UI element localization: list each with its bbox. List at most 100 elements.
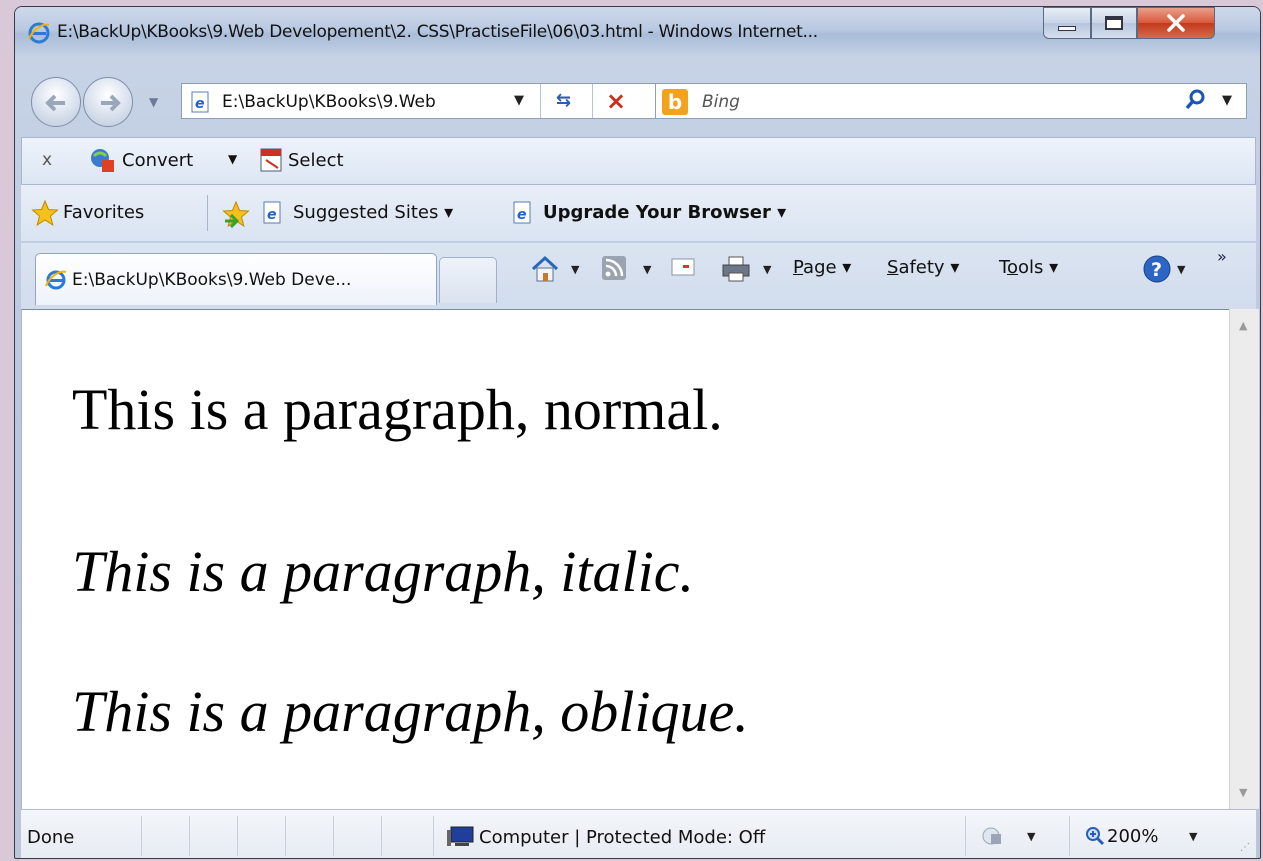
status-separator — [237, 816, 238, 856]
tools-menu-prefix: T — [999, 257, 1007, 278]
back-arrow-icon — [45, 94, 65, 112]
computer-zone-icon — [447, 826, 474, 846]
home-dropdown-icon[interactable]: ▼ — [571, 263, 579, 276]
safety-menu[interactable]: Safety ▾ — [887, 257, 959, 278]
favorites-bar: Favorites e Suggested Sites ▾ e Upgrade … — [21, 185, 1256, 241]
search-options-dropdown[interactable]: ▼ — [1222, 93, 1232, 108]
scroll-down-arrow-icon[interactable]: ▼ — [1239, 786, 1247, 799]
paragraph-oblique: This is a paragraph, oblique. — [72, 679, 749, 744]
ie-logo-icon — [45, 270, 67, 290]
stop-icon[interactable]: × — [606, 87, 626, 115]
protected-mode-icon[interactable] — [979, 824, 1005, 848]
security-zone-text[interactable]: Computer | Protected Mode: Off — [479, 827, 765, 848]
status-separator — [285, 816, 286, 856]
search-input[interactable]: Bing — [702, 92, 740, 112]
paragraph-italic: This is a paragraph, italic. — [72, 539, 694, 604]
address-separator — [592, 84, 593, 118]
address-separator — [540, 84, 541, 118]
close-toolbar-button[interactable]: x — [42, 150, 52, 170]
more-commands-chevron-icon[interactable]: » — [1217, 247, 1227, 266]
forward-button[interactable] — [83, 77, 133, 127]
convert-button[interactable]: Convert — [122, 150, 193, 171]
title-bar[interactable]: E:\BackUp\KBooks\9.Web Developement\2. C… — [15, 7, 1260, 57]
home-icon[interactable] — [529, 253, 561, 285]
svg-text:e: e — [517, 207, 527, 223]
select-button[interactable]: Select — [288, 150, 344, 171]
minimize-icon — [1058, 25, 1076, 31]
page-menu-label: age — [803, 257, 837, 278]
status-separator — [381, 816, 382, 856]
tab-active-page[interactable]: E:\BackUp\KBooks\9.Web Deve... — [35, 253, 437, 305]
feeds-dropdown-icon[interactable]: ▼ — [643, 263, 651, 276]
page-menu[interactable]: Page ▾ — [793, 257, 851, 278]
address-input[interactable]: E:\BackUp\KBooks\9.Web — [222, 92, 436, 112]
resize-grip-icon[interactable]: ⋰ — [1240, 842, 1250, 853]
select-icon — [260, 148, 282, 172]
maximize-icon — [1105, 16, 1123, 30]
status-text: Done — [27, 827, 75, 848]
zoom-dropdown-icon[interactable]: ▼ — [1189, 830, 1197, 843]
svg-text:?: ? — [1151, 259, 1162, 281]
protected-mode-dropdown-icon[interactable]: ▼ — [1027, 830, 1035, 843]
status-bar: Done Computer | Protected Mode: Off ▼ 20… — [21, 809, 1256, 858]
browser-window: E:\BackUp\KBooks\9.Web Developement\2. C… — [14, 6, 1261, 859]
window-title: E:\BackUp\KBooks\9.Web Developement\2. C… — [57, 22, 818, 42]
zoom-icon — [1086, 827, 1105, 846]
feeds-icon[interactable] — [601, 255, 627, 281]
ie-page-icon: e — [263, 201, 281, 224]
address-bar[interactable]: e E:\BackUp\KBooks\9.Web ▼ ⇆ × — [181, 83, 669, 119]
tools-menu-label: ols — [1017, 257, 1044, 278]
ie-page-icon: e — [513, 201, 531, 224]
status-separator — [189, 816, 190, 856]
status-separator — [333, 816, 334, 856]
pdf-command-bar: x Convert ▼ Select — [21, 137, 1256, 185]
page-menu-accelerator: P — [793, 257, 804, 278]
tab-title: E:\BackUp\KBooks\9.Web Deve... — [72, 270, 352, 290]
favorites-star-icon[interactable] — [31, 199, 59, 227]
upgrade-browser-link[interactable]: Upgrade Your Browser ▾ — [543, 202, 786, 223]
bing-icon: b — [662, 89, 688, 115]
paragraph-normal: This is a paragraph, normal. — [72, 377, 723, 442]
close-icon — [1167, 14, 1185, 32]
read-mail-icon[interactable] — [671, 257, 695, 277]
help-dropdown-icon[interactable]: ▼ — [1177, 263, 1185, 276]
new-tab-button[interactable] — [439, 257, 497, 303]
svg-text:e: e — [195, 96, 205, 112]
favorites-separator — [207, 195, 208, 231]
svg-text:e: e — [267, 207, 277, 223]
convert-icon — [91, 149, 114, 172]
suggested-sites-link[interactable]: Suggested Sites ▾ — [293, 202, 453, 223]
forward-arrow-icon — [101, 94, 121, 112]
navigation-bar: ▼ e E:\BackUp\KBooks\9.Web ▼ ⇆ × b Bing … — [15, 67, 1260, 139]
search-box[interactable]: b Bing ▼ — [655, 83, 1247, 119]
back-button[interactable] — [31, 77, 81, 127]
page-content: This is a paragraph, normal. This is a p… — [21, 309, 1229, 809]
zoom-level[interactable]: 200% — [1107, 826, 1158, 847]
address-dropdown-icon[interactable]: ▼ — [514, 93, 524, 108]
tools-menu-accelerator: o — [1006, 257, 1018, 278]
help-icon[interactable]: ? — [1141, 253, 1173, 285]
search-icon[interactable] — [1184, 89, 1206, 111]
scroll-up-arrow-icon[interactable]: ▲ — [1239, 319, 1247, 332]
status-separator — [965, 816, 966, 856]
convert-dropdown-icon[interactable]: ▼ — [228, 152, 237, 166]
refresh-icon[interactable]: ⇆ — [556, 90, 571, 111]
status-separator — [1069, 816, 1070, 856]
favorites-button[interactable]: Favorites — [63, 202, 144, 223]
minimize-button[interactable] — [1043, 7, 1091, 39]
safety-menu-accelerator: S — [887, 257, 899, 278]
page-icon: e — [191, 91, 209, 113]
vertical-scrollbar[interactable]: ▲ ▼ — [1229, 309, 1259, 809]
safety-menu-label: afety — [898, 257, 945, 278]
print-dropdown-icon[interactable]: ▼ — [763, 263, 771, 276]
tools-menu[interactable]: Tools ▾ — [999, 257, 1058, 278]
close-window-button[interactable] — [1137, 7, 1215, 39]
print-icon[interactable] — [721, 255, 751, 283]
status-separator — [433, 816, 434, 856]
add-to-favorites-icon[interactable] — [221, 199, 251, 229]
tab-row: E:\BackUp\KBooks\9.Web Deve... ▼ ▼ ▼ Pag… — [21, 243, 1256, 309]
recent-pages-dropdown[interactable]: ▼ — [149, 95, 158, 109]
maximize-button[interactable] — [1091, 7, 1137, 39]
ie-logo-icon — [28, 22, 50, 44]
status-separator — [141, 816, 142, 856]
